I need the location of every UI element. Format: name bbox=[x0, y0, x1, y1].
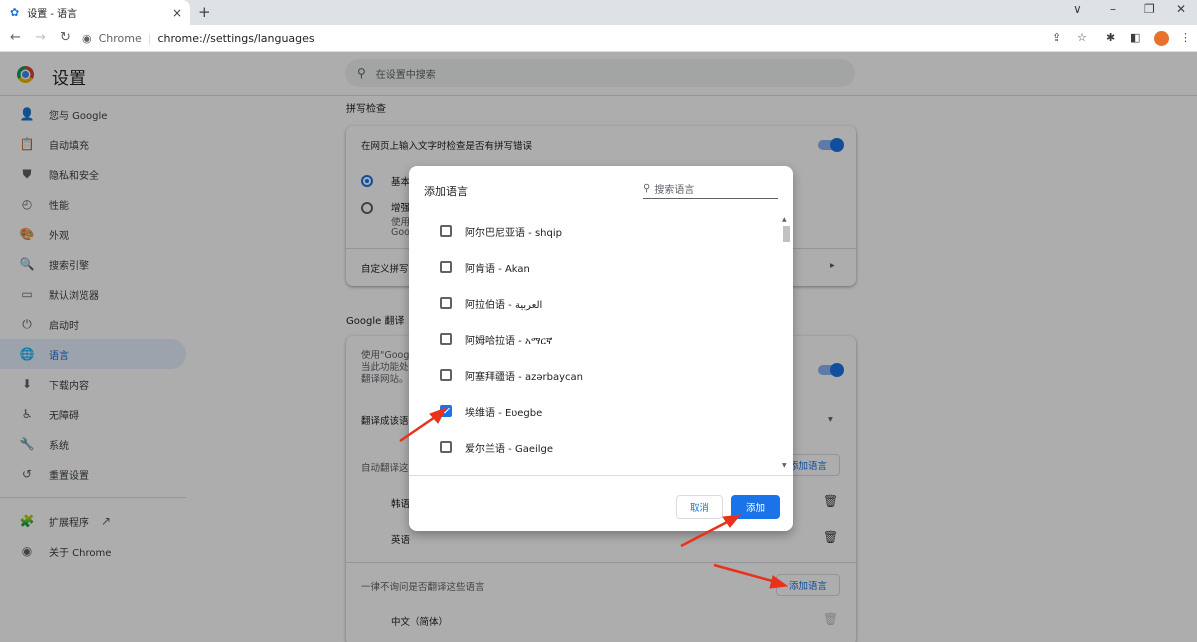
chrome-site-icon: ◉ bbox=[82, 32, 92, 45]
omnibox-separator: | bbox=[147, 32, 152, 45]
language-label: 阿尔巴尼亚语 - shqip bbox=[465, 227, 562, 239]
browser-toolbar: ← → ↻ ◉ Chrome | chrome://settings/langu… bbox=[0, 25, 1197, 52]
scrollbar[interactable]: ▲ ▼ bbox=[780, 216, 792, 474]
language-label: 爱尔兰语 - Gaeilge bbox=[465, 443, 554, 455]
language-checkbox[interactable] bbox=[440, 369, 452, 381]
language-option[interactable]: 爱尔兰语 - Gaeilge bbox=[440, 437, 553, 457]
new-tab-button[interactable]: + bbox=[198, 3, 211, 21]
language-option[interactable]: 埃维语 - Eʋegbe bbox=[440, 401, 542, 421]
search-icon: ⚲ bbox=[643, 183, 651, 194]
restore-icon[interactable]: ❐ bbox=[1144, 2, 1155, 16]
site-label: Chrome bbox=[98, 32, 142, 45]
language-label: 埃维语 - Eʋegbe bbox=[465, 407, 543, 419]
add-languages-dialog: 添加语言 ⚲ 搜索语言 阿尔巴尼亚语 - shqip 阿肯语 - Akan 阿拉伯语… bbox=[409, 166, 793, 531]
language-option[interactable]: 阿姆哈拉语 - አማርኛ bbox=[440, 329, 552, 349]
language-option[interactable]: 阿拉伯语 - العربية bbox=[440, 293, 542, 313]
language-checkbox[interactable] bbox=[440, 261, 452, 273]
language-option[interactable]: 阿塞拜疆语 - azərbaycan bbox=[440, 365, 583, 385]
language-list: 阿尔巴尼亚语 - shqip 阿肯语 - Akan 阿拉伯语 - العربية 阿姆… bbox=[409, 212, 793, 475]
language-search-placeholder: 搜索语言 bbox=[654, 185, 695, 196]
language-search-input[interactable]: ⚲ 搜索语言 bbox=[643, 179, 778, 199]
language-option[interactable]: 阿尔巴尼亚语 - shqip bbox=[440, 221, 562, 241]
language-checkbox[interactable] bbox=[440, 441, 452, 453]
language-option[interactable]: 阿肯语 - Akan bbox=[440, 257, 530, 277]
tab-settings-languages[interactable]: ✿ 设置 - 语言 × bbox=[0, 0, 190, 25]
minimize-icon[interactable]: – bbox=[1110, 2, 1116, 16]
address-bar[interactable]: ◉ Chrome | chrome://settings/languages bbox=[82, 28, 1072, 49]
cancel-button[interactable]: 取消 bbox=[676, 495, 723, 519]
language-checkbox[interactable] bbox=[440, 333, 452, 345]
forward-icon[interactable]: → bbox=[35, 30, 46, 45]
language-label: 阿肯语 - Akan bbox=[465, 263, 530, 275]
language-label: 阿拉伯语 - العربية bbox=[465, 299, 543, 311]
language-checkbox[interactable] bbox=[440, 297, 452, 309]
add-button[interactable]: 添加 bbox=[731, 495, 780, 519]
share-icon[interactable]: ⇪ bbox=[1052, 31, 1061, 44]
tab-strip: ✿ 设置 - 语言 × + ∨ – ❐ ✕ bbox=[0, 0, 1197, 25]
language-checkbox[interactable] bbox=[440, 225, 452, 237]
url-text[interactable]: chrome://settings/languages bbox=[157, 32, 314, 45]
menu-dots-icon[interactable]: ⋮ bbox=[1180, 31, 1191, 44]
tab-search-icon[interactable]: ∨ bbox=[1073, 2, 1082, 16]
dialog-title: 添加语言 bbox=[424, 185, 468, 198]
language-label: 阿塞拜疆语 - azərbaycan bbox=[465, 371, 583, 383]
language-checkbox[interactable] bbox=[440, 405, 452, 417]
scroll-up-arrow-icon[interactable]: ▲ bbox=[782, 216, 787, 223]
extension-badge-icon[interactable] bbox=[1154, 31, 1169, 46]
extensions-puzzle-icon[interactable]: ✱ bbox=[1106, 31, 1115, 44]
back-icon[interactable]: ← bbox=[10, 30, 21, 45]
dialog-divider bbox=[409, 475, 793, 476]
tab-close-icon[interactable]: × bbox=[172, 6, 182, 20]
close-window-icon[interactable]: ✕ bbox=[1176, 2, 1186, 16]
language-label: 阿姆哈拉语 - አማርኛ bbox=[465, 335, 553, 347]
bookmark-star-icon[interactable]: ☆ bbox=[1077, 31, 1087, 44]
scroll-down-arrow-icon[interactable]: ▼ bbox=[782, 462, 787, 469]
tab-title: 设置 - 语言 bbox=[27, 9, 78, 20]
side-panel-icon[interactable]: ◧ bbox=[1130, 31, 1140, 44]
reload-icon[interactable]: ↻ bbox=[60, 30, 71, 45]
gear-icon: ✿ bbox=[10, 6, 20, 19]
scrollbar-thumb[interactable] bbox=[783, 226, 790, 242]
